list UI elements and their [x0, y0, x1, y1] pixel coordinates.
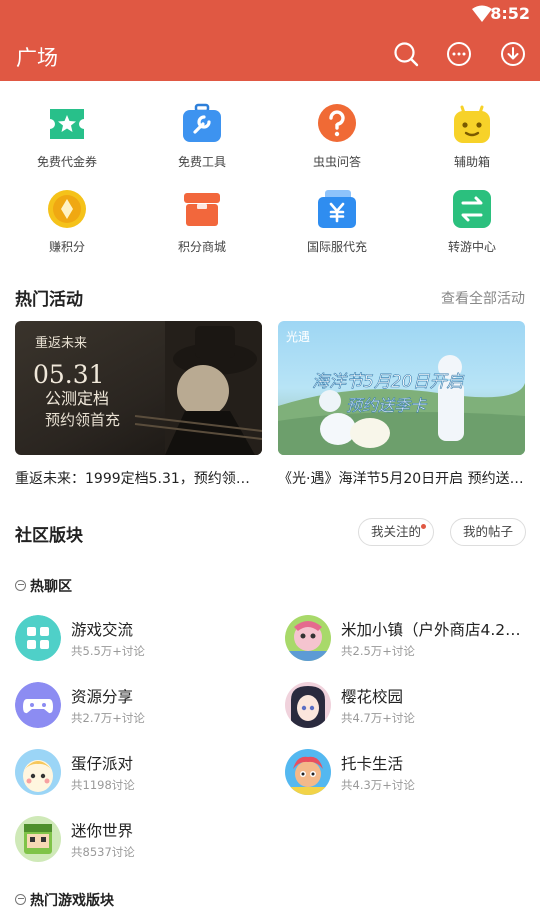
collapse-icon [15, 894, 26, 905]
search-icon[interactable] [393, 41, 419, 67]
grid-item-label: 赚积分 [48, 240, 85, 254]
miga-town-avatar [285, 615, 331, 661]
grid-item-label: 免费工具 [177, 155, 226, 169]
grid-item-free-tools[interactable]: 免费工具 [142, 103, 262, 170]
app-bar: 广场 [0, 28, 540, 81]
grid-item-points-mall[interactable]: 积分商城 [142, 188, 262, 255]
forum-item[interactable]: 樱花校园 共4.7万+讨论 [285, 682, 535, 730]
transfer-icon [453, 190, 491, 228]
banner-text: 海洋节5月20日开启 [312, 372, 464, 392]
wifi-icon [472, 5, 492, 22]
forum-item[interactable]: 蛋仔派对 共1198讨论 [15, 749, 265, 797]
hot-zone-label: 热聊区 [30, 579, 72, 595]
status-time: 8:52 [490, 4, 530, 23]
event-caption[interactable]: 重返未来：1999定档5.31，预约领首充 [15, 468, 262, 488]
banner-text: 预约送季卡 [346, 396, 428, 415]
grid-item-earn-points[interactable]: 赚积分 [7, 188, 127, 255]
hot-games-header[interactable]: 热门游戏版块 [15, 890, 114, 910]
toca-life-avatar [285, 749, 331, 795]
forum-item[interactable]: 游戏交流 共5.5万+讨论 [15, 615, 265, 663]
collapse-icon [15, 580, 26, 591]
grid-item-label: 虫虫问答 [312, 155, 361, 169]
forum-name: 游戏交流 [71, 621, 134, 639]
grid-apps-icon [15, 615, 61, 661]
grid-item-transfer-center[interactable]: 转游中心 [412, 188, 532, 255]
view-all-events-link[interactable]: 查看全部活动 [441, 288, 525, 308]
forum-stat: 共8537讨论 [71, 845, 135, 859]
grid-item-qa[interactable]: 虫虫问答 [277, 103, 397, 170]
grid-item-label: 免费代金券 [36, 155, 97, 169]
forum-stat: 共5.5万+讨论 [71, 644, 145, 658]
banner-text: 公测定档 [45, 389, 109, 408]
hot-events-title: 热门活动 [15, 290, 83, 310]
grid-item-label: 转游中心 [447, 240, 496, 254]
notification-dot [421, 524, 427, 529]
forum-name: 迷你世界 [71, 822, 134, 840]
status-bar: 8:52 [0, 0, 540, 28]
community-title: 社区版块 [15, 526, 83, 546]
event-caption[interactable]: 《光·遇》海洋节5月20日开启 预约送季卡 [278, 468, 525, 488]
grid-item-label: 辅助箱 [453, 155, 490, 169]
hot-zone-header[interactable]: 热聊区 [15, 576, 72, 596]
followed-label: 我关注的 [371, 524, 422, 539]
mini-world-avatar [15, 816, 61, 862]
forum-item[interactable]: 资源分享 共2.7万+讨论 [15, 682, 265, 730]
event-card-sky[interactable]: 光遇 海洋节5月20日开启 预约送季卡 [278, 321, 525, 455]
hot-games-label: 热门游戏版块 [30, 893, 114, 909]
banner-text: 重返未来 [35, 335, 87, 351]
forum-stat: 共2.5万+讨论 [341, 644, 415, 658]
grid-item-intl-topup[interactable]: 国际服代充 [277, 188, 397, 255]
sakura-school-avatar [285, 682, 331, 728]
event-card-1999[interactable]: 重返未来 05.31 公测定档 预约领首充 [15, 321, 262, 455]
shop-box-icon [184, 193, 220, 226]
forum-name: 米加小镇（户外商店4.26… [341, 621, 526, 639]
wallet-yen-icon [318, 190, 356, 228]
download-icon[interactable] [500, 41, 526, 67]
forum-stat: 共1198讨论 [71, 778, 135, 792]
forum-stat: 共4.7万+讨论 [341, 711, 415, 725]
forum-item[interactable]: 迷你世界 共8537讨论 [15, 816, 265, 864]
points-coin-icon [48, 190, 86, 228]
forum-stat: 共4.3万+讨论 [341, 778, 415, 792]
banner-text: 光遇 [286, 330, 310, 344]
event-banner-1999: 重返未来 05.31 公测定档 预约领首充 [15, 321, 262, 455]
coupon-icon [50, 109, 84, 139]
forum-stat: 共2.7万+讨论 [71, 711, 145, 725]
page-title: 广场 [16, 46, 58, 70]
toolbox-icon [183, 103, 221, 142]
question-icon [318, 104, 356, 142]
forum-name: 资源分享 [71, 688, 134, 706]
grid-item-label: 积分商城 [177, 240, 226, 254]
forum-item[interactable]: 米加小镇（户外商店4.26… 共2.5万+讨论 [285, 615, 535, 663]
forum-name: 托卡生活 [341, 755, 404, 773]
followed-button[interactable]: 我关注的 [358, 518, 435, 546]
my-posts-button[interactable]: 我的帖子 [450, 518, 527, 546]
banner-text: 05.31 [33, 360, 105, 389]
robot-icon [454, 105, 490, 143]
grid-item-assist-box[interactable]: 辅助箱 [412, 103, 532, 170]
banner-text: 预约领首充 [45, 411, 120, 429]
grid-item-label: 国际服代充 [306, 240, 367, 254]
gamepad-icon [15, 682, 61, 728]
forum-item[interactable]: 托卡生活 共4.3万+讨论 [285, 749, 535, 797]
forum-name: 蛋仔派对 [71, 755, 134, 773]
eggy-party-avatar [15, 749, 61, 795]
event-banner-sky: 光遇 海洋节5月20日开启 预约送季卡 [278, 321, 525, 455]
forum-name: 樱花校园 [341, 688, 404, 706]
message-icon[interactable] [446, 41, 472, 67]
grid-item-free-coupon[interactable]: 免费代金券 [7, 103, 127, 170]
